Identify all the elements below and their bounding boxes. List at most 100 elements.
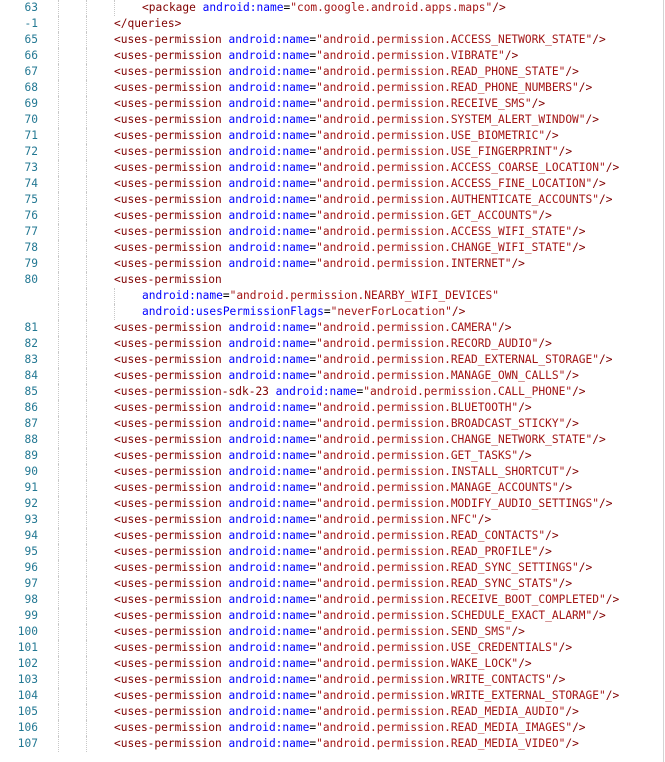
- xml-tag: <uses-permission: [114, 577, 222, 590]
- indent-guide: [86, 80, 87, 96]
- indent-guide: [58, 336, 59, 352]
- line-number: 88: [24, 433, 38, 446]
- code-text: <uses-permission android:name="android.p…: [114, 353, 613, 366]
- xml-tag-close: />: [511, 625, 525, 638]
- xml-attribute: android:name: [228, 737, 310, 750]
- xml-tag: <uses-permission: [114, 625, 222, 638]
- xml-tag: <uses-permission: [114, 417, 222, 430]
- code-text: <uses-permission android:name="android.p…: [114, 33, 606, 46]
- xml-tag: <uses-permission: [114, 337, 222, 350]
- xml-attribute-value: "android.permission.NEARBY_WIFI_DEVICES": [229, 289, 499, 302]
- indent-guide: [86, 736, 87, 752]
- indent-guide: [86, 688, 87, 704]
- xml-attribute-value: "android.permission.CHANGE_NETWORK_STATE…: [316, 433, 593, 446]
- code-text: <uses-permission android:name="android.p…: [114, 705, 579, 718]
- indent-guide: [86, 416, 87, 432]
- xml-attribute: android:name: [202, 1, 284, 14]
- xml-tag-close: />: [545, 129, 559, 142]
- line-number: 106: [17, 721, 38, 734]
- code-line: 101 <uses-permission android:name="androi…: [0, 640, 663, 656]
- xml-tag: </queries>: [114, 17, 182, 30]
- indent-guide: [86, 448, 87, 464]
- indent-guide: [114, 0, 115, 16]
- line-number: 105: [17, 705, 38, 718]
- indent-guide: [58, 576, 59, 592]
- code-text: <uses-permission android:name="android.p…: [114, 529, 559, 542]
- code-line: 99 <uses-permission android:name="android…: [0, 608, 663, 624]
- code-text: <uses-permission android:name="android.p…: [114, 657, 532, 670]
- xml-tag: <uses-permission: [114, 513, 222, 526]
- line-number: 63: [24, 1, 38, 14]
- indent-guide: [86, 400, 87, 416]
- indent-guide: [58, 288, 59, 304]
- indent-guide: [58, 528, 59, 544]
- xml-tag: <uses-permission: [114, 145, 222, 158]
- line-number: 65: [24, 33, 38, 46]
- indent-guide: [86, 176, 87, 192]
- indent-guide: [58, 592, 59, 608]
- xml-tag: <uses-permission: [114, 33, 222, 46]
- code-line: 93 <uses-permission android:name="android…: [0, 512, 663, 528]
- code-line: 95 <uses-permission android:name="android…: [0, 544, 663, 560]
- indent-guide: [58, 720, 59, 736]
- line-number: 71: [24, 129, 38, 142]
- code-text: <uses-permission android:name="android.p…: [114, 625, 525, 638]
- xml-tag-close: />: [565, 369, 579, 382]
- indent-guide: [86, 624, 87, 640]
- indent-guide: [58, 464, 59, 480]
- indent-guide: [86, 224, 87, 240]
- xml-tag-close: />: [497, 321, 512, 334]
- line-number: 70: [24, 113, 38, 126]
- xml-tag: <uses-permission: [114, 689, 222, 702]
- indent-guide: [58, 64, 59, 80]
- xml-attribute-value: "com.google.android.apps.maps": [290, 1, 493, 14]
- code-line: 94 <uses-permission android:name="android…: [0, 528, 663, 544]
- xml-tag-close: />: [572, 385, 586, 398]
- indent-guide: [86, 304, 87, 320]
- xml-tag-close: />: [605, 689, 620, 702]
- line-number: 77: [24, 225, 38, 238]
- xml-attribute: android:name: [228, 257, 310, 270]
- indent-guide: [86, 464, 87, 480]
- line-number: 76: [24, 209, 38, 222]
- code-text: <uses-permission android:name="android.p…: [114, 513, 492, 526]
- indent-guide: [86, 144, 87, 160]
- xml-attribute: android:name: [228, 113, 310, 126]
- line-number: 85: [24, 385, 38, 398]
- xml-tag: <uses-permission: [114, 161, 222, 174]
- indent-guide: [86, 672, 87, 688]
- indent-guide: [58, 80, 59, 96]
- indent-guide: [58, 128, 59, 144]
- line-number: 93: [24, 513, 38, 526]
- line-number: 89: [24, 449, 38, 462]
- code-text: <uses-permission android:name="android.p…: [114, 593, 620, 606]
- indent-guide: [86, 480, 87, 496]
- code-text: <uses-permission android:name="android.p…: [114, 193, 613, 206]
- code-line: 89 <uses-permission android:name="android…: [0, 448, 663, 464]
- xml-tag-close: />: [451, 305, 466, 318]
- xml-attribute-value: "android.permission.READ_PHONE_STATE": [316, 65, 566, 78]
- code-text: <uses-permission android:name="android.p…: [114, 113, 600, 126]
- line-number: 96: [24, 561, 38, 574]
- line-number: 103: [17, 673, 38, 686]
- xml-attribute-value: "android.permission.MODIFY_AUDIO_SETTING…: [316, 497, 599, 510]
- code-line: 69 <uses-permission android:name="android…: [0, 96, 663, 112]
- xml-attribute-value: "android.permission.READ_MEDIA_IMAGES": [316, 721, 573, 734]
- indent-guide: [86, 512, 87, 528]
- line-number: -1: [24, 17, 38, 30]
- code-line: 96 <uses-permission android:name="android…: [0, 560, 663, 576]
- line-number: 78: [24, 241, 38, 254]
- code-editor[interactable]: 63 <package android:name="com.google.andr…: [0, 0, 664, 762]
- code-text: <uses-permission android:name="android.p…: [114, 449, 532, 462]
- xml-attribute: android:name: [228, 65, 310, 78]
- code-line: 76 <uses-permission android:name="android…: [0, 208, 663, 224]
- line-number: 79: [24, 257, 38, 270]
- code-line: android:name="android.permission.NEARBY_…: [0, 288, 663, 304]
- code-text: <uses-permission android:name="android.p…: [114, 689, 620, 702]
- xml-tag-close: />: [572, 721, 586, 734]
- code-line: 97 <uses-permission android:name="android…: [0, 576, 663, 592]
- xml-attribute-value: "android.permission.WAKE_LOCK": [316, 657, 519, 670]
- xml-tag-close: />: [592, 609, 606, 622]
- xml-attribute-value: "android.permission.SCHEDULE_EXACT_ALARM…: [316, 609, 593, 622]
- indent-guide: [86, 592, 87, 608]
